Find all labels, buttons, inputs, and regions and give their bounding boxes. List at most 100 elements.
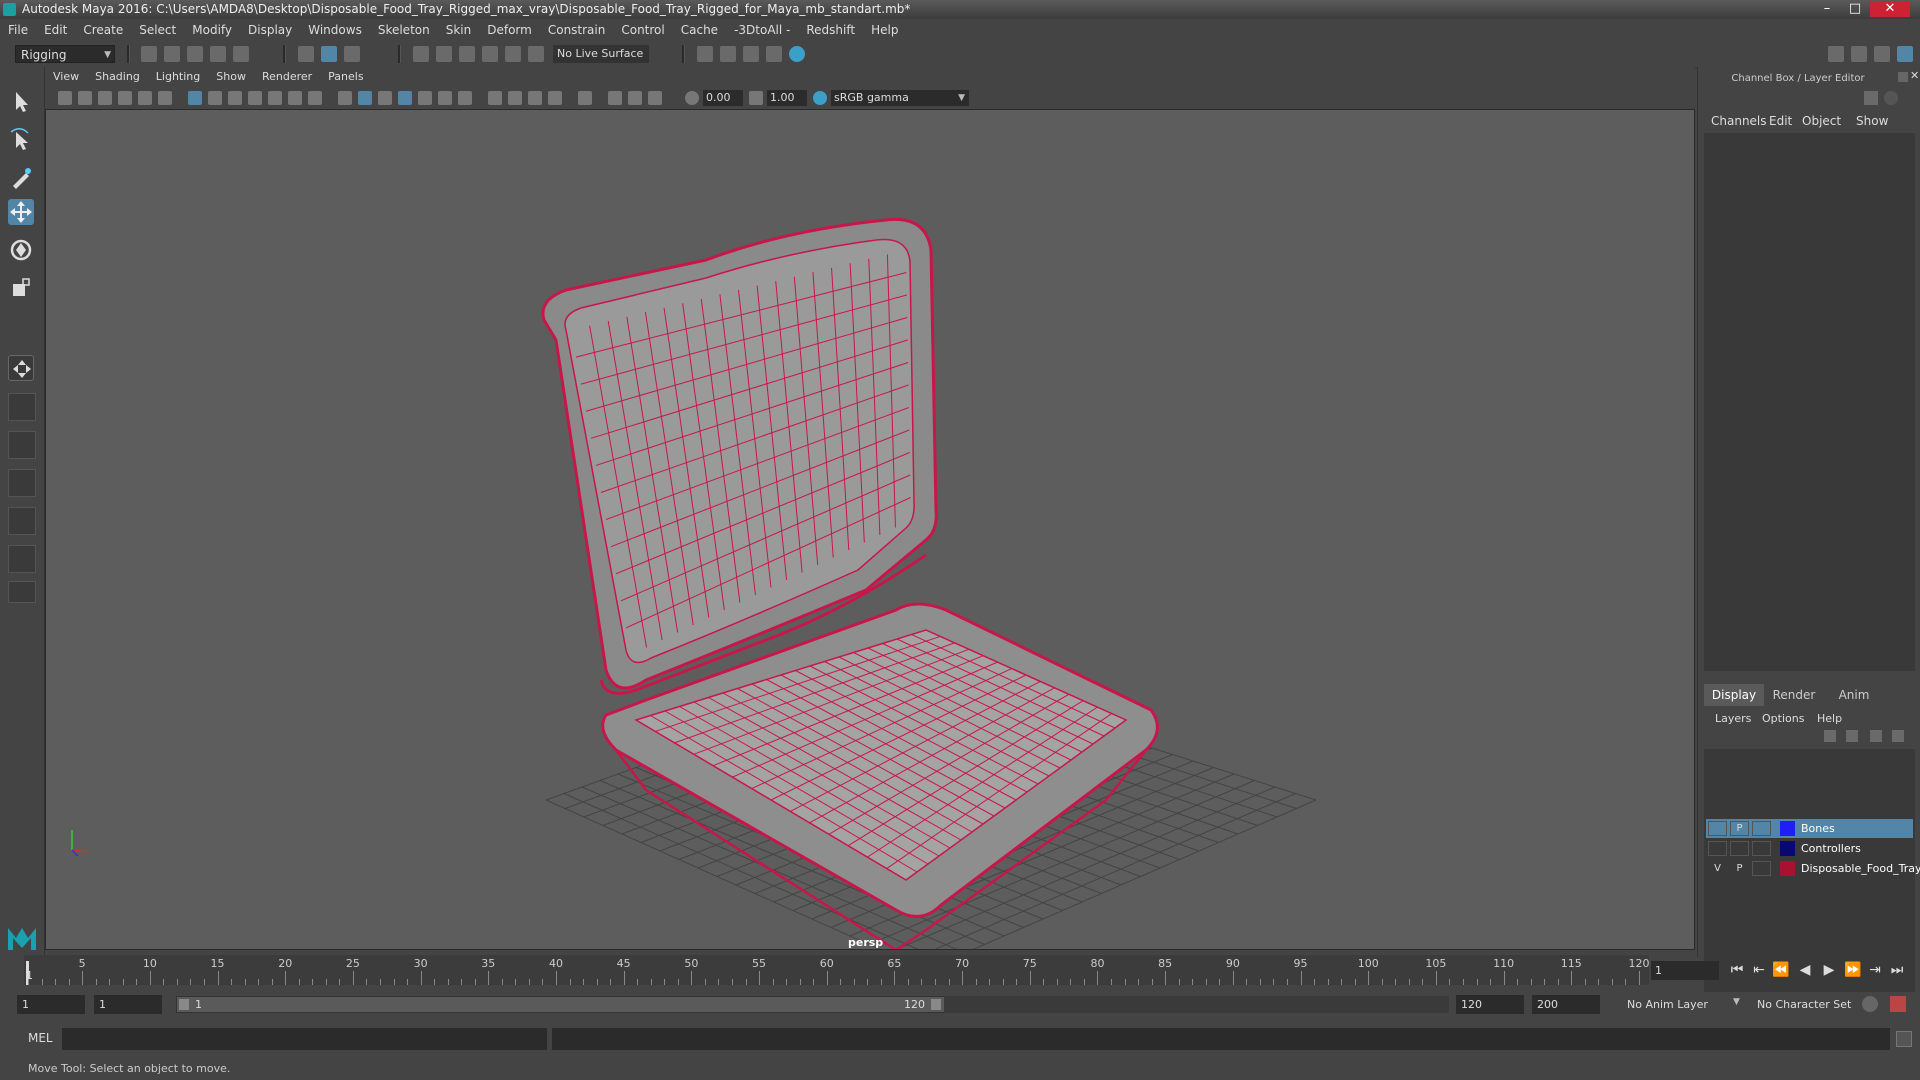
camera-select-icon[interactable] [58, 91, 72, 105]
snap-live-icon[interactable] [505, 46, 521, 62]
go-to-end-icon[interactable]: ⏭ [1888, 961, 1906, 979]
step-back-frame-icon[interactable]: ⇤ [1750, 961, 1768, 979]
tab-object[interactable]: Object [1802, 114, 1841, 128]
move-layer-down-icon[interactable] [1846, 730, 1858, 742]
view-transform-select[interactable]: sRGB gamma ▼ [831, 90, 969, 106]
layer-playback-toggle[interactable]: P [1730, 861, 1749, 876]
layer-row-bones[interactable]: P Bones [1706, 819, 1913, 838]
step-back-key-icon[interactable]: ⏪ [1772, 961, 1790, 979]
shadows-icon[interactable] [458, 91, 472, 105]
vp-menu-panels[interactable]: Panels [320, 67, 371, 87]
move-tool-icon[interactable] [8, 199, 34, 225]
layer-color-swatch[interactable] [1780, 821, 1795, 836]
playback-end-field[interactable]: 120 [1456, 995, 1524, 1014]
anti-aliasing-icon[interactable] [528, 91, 542, 105]
bookmark-icon[interactable] [98, 91, 112, 105]
tab-edit[interactable]: Edit [1769, 114, 1792, 128]
safe-title-icon[interactable] [308, 91, 322, 105]
playback-start-field[interactable]: 1 [94, 995, 162, 1014]
exposure-field[interactable]: 0.00 [703, 90, 743, 106]
menu-create[interactable]: Create [75, 19, 131, 41]
vp-menu-renderer[interactable]: Renderer [254, 67, 320, 87]
go-to-start-icon[interactable]: ⏮ [1728, 961, 1746, 979]
menu-3dtoall[interactable]: -3DtoAll - [726, 19, 798, 41]
layer-color-swatch[interactable] [1780, 861, 1795, 876]
save-scene-icon[interactable] [187, 46, 203, 62]
modeling-toolkit-icon[interactable] [1828, 46, 1844, 62]
wireframe-on-shaded-icon[interactable] [398, 91, 412, 105]
menu-edit[interactable]: Edit [36, 19, 75, 41]
backface-culling-icon[interactable] [648, 91, 662, 105]
channel-key-icon[interactable] [1864, 91, 1878, 105]
time-slider[interactable]: 1 5 10 15 20 25 30 35 40 45 50 55 60 65 70 75 80 85 90 95 1… [24, 955, 1650, 985]
maximize-button[interactable]: □ [1842, 1, 1868, 17]
color-management-icon[interactable] [813, 91, 827, 105]
menu-control[interactable]: Control [613, 19, 672, 41]
layer-visibility-toggle[interactable] [1708, 821, 1727, 836]
menu-select[interactable]: Select [131, 19, 184, 41]
layer-display-type-toggle[interactable] [1752, 861, 1771, 876]
show-manipulator-icon[interactable] [8, 355, 34, 381]
help-menu[interactable]: Help [1817, 712, 1842, 725]
play-forwards-icon[interactable]: ▶ [1820, 961, 1838, 979]
field-chart-icon[interactable] [268, 91, 282, 105]
select-component-icon[interactable] [344, 46, 360, 62]
rotate-tool-icon[interactable] [8, 237, 34, 263]
menu-file[interactable]: File [0, 19, 36, 41]
render-frame-icon[interactable] [697, 46, 713, 62]
select-hierarchy-icon[interactable] [298, 46, 314, 62]
grid-toggle-icon[interactable] [188, 91, 202, 105]
start-time-field[interactable]: 1 [17, 995, 85, 1014]
range-start-handle[interactable] [179, 999, 189, 1010]
gamma-field[interactable]: 1.00 [767, 90, 807, 106]
layout-four-view-icon[interactable] [8, 393, 36, 421]
motion-blur-icon[interactable] [508, 91, 522, 105]
menu-windows[interactable]: Windows [300, 19, 370, 41]
vp-menu-show[interactable]: Show [208, 67, 254, 87]
channel-box-toggle-icon[interactable] [1897, 46, 1913, 62]
live-surface-field[interactable]: No Live Surface [553, 45, 649, 63]
default-material-icon[interactable] [378, 91, 392, 105]
tab-display[interactable]: Display [1704, 684, 1764, 706]
float-panel-icon[interactable] [1898, 72, 1908, 82]
tab-render[interactable]: Render [1764, 684, 1824, 706]
play-backwards-icon[interactable]: ◀ [1796, 961, 1814, 979]
layer-display-type-toggle[interactable] [1752, 841, 1771, 856]
tab-show[interactable]: Show [1856, 114, 1888, 128]
attribute-editor-icon[interactable] [1851, 46, 1867, 62]
layer-color-swatch[interactable] [1780, 841, 1795, 856]
menu-modify[interactable]: Modify [184, 19, 240, 41]
undo-icon[interactable] [210, 46, 226, 62]
render-sequence-icon[interactable] [720, 46, 736, 62]
menu-help[interactable]: Help [863, 19, 906, 41]
options-menu[interactable]: Options [1762, 712, 1804, 725]
layout-more-icon[interactable] [8, 581, 36, 603]
new-layer-icon[interactable] [1870, 730, 1882, 742]
menu-cache[interactable]: Cache [673, 19, 726, 41]
close-button[interactable]: ✕ [1870, 1, 1910, 17]
script-editor-icon[interactable] [1896, 1031, 1912, 1047]
move-layer-up-icon[interactable] [1824, 730, 1836, 742]
xray-joints-icon[interactable] [608, 91, 622, 105]
perspective-viewport[interactable]: persp [45, 109, 1695, 950]
vp-menu-shading[interactable]: Shading [87, 67, 148, 87]
gamma-icon[interactable] [749, 91, 763, 105]
smooth-shade-icon[interactable] [358, 91, 372, 105]
layer-display-type-toggle[interactable] [1752, 821, 1771, 836]
layout-two-side-icon[interactable] [8, 431, 36, 459]
layout-graph-persp-icon[interactable] [8, 507, 36, 535]
wireframe-icon[interactable] [338, 91, 352, 105]
open-scene-icon[interactable] [164, 46, 180, 62]
menu-skeleton[interactable]: Skeleton [370, 19, 438, 41]
image-plane-icon[interactable] [118, 91, 132, 105]
new-layer-selected-icon[interactable] [1892, 730, 1904, 742]
snap-view-plane-icon[interactable] [482, 46, 498, 62]
channel-settings-icon[interactable] [1884, 91, 1898, 105]
layout-hypershade-icon[interactable] [8, 545, 36, 573]
channel-list[interactable] [1704, 133, 1915, 671]
end-time-field[interactable]: 200 [1532, 995, 1600, 1014]
xray-icon[interactable] [418, 91, 432, 105]
layer-playback-toggle[interactable] [1730, 841, 1749, 856]
step-forward-frame-icon[interactable]: ⇥ [1866, 961, 1884, 979]
gate-mask-icon[interactable] [248, 91, 262, 105]
